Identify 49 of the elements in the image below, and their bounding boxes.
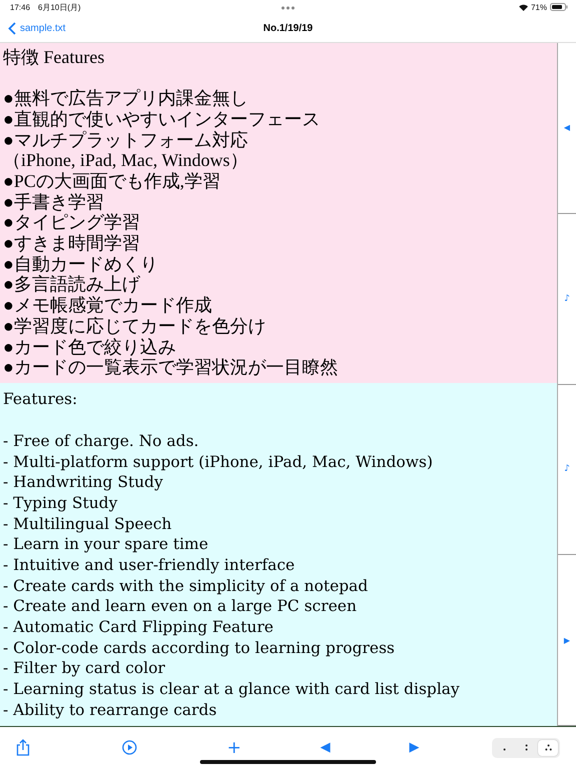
card-text-line: - Multilingual Speech	[3, 514, 172, 533]
card-text-line: - Typing Study	[3, 494, 118, 512]
card-text-line: ●カードの一覧表示で学習状況が一目瞭然	[3, 357, 338, 378]
card-text-line: - Multi-platform support (iPhone, iPad, Mac, Windows)	[3, 452, 433, 471]
card-text-panel[interactable]	[0, 383, 557, 726]
card-text-line: ●手書き学習	[3, 192, 104, 212]
segment-button[interactable]	[538, 740, 558, 756]
card-text-line: ●多言語読み上げ	[3, 274, 140, 294]
chevron-left-icon	[8, 22, 16, 35]
wifi-icon	[518, 4, 528, 11]
card-text-line: ●自動カードめくり	[3, 254, 158, 274]
status-date: 6月10日(月)	[38, 2, 81, 13]
card-text-line: ●直観的で使いやすいインターフェース	[3, 108, 320, 129]
card-text-line: - Free of charge. No ads.	[3, 432, 199, 450]
card-heading: Features:	[3, 390, 78, 408]
card-text-line: ●無料で広告アプリ内課金無し	[3, 88, 248, 108]
dots-icon	[544, 744, 552, 752]
card-text-line: - Ability to rearrange cards	[3, 700, 217, 719]
card-text-line: - Intuitive and user-friendly interface	[3, 556, 295, 574]
next-button[interactable]: ▶	[407, 740, 422, 756]
card-text-line: - Create cards with the simplicity of a notepad	[3, 576, 368, 595]
card-text-line: ●マルチプラットフォーム対応	[3, 130, 248, 150]
card-text-line: ●タイピング学習	[3, 212, 140, 232]
back-button[interactable]: sample.txt	[8, 22, 66, 35]
multitasking-dots-icon	[281, 6, 295, 10]
add-button[interactable]: +	[225, 738, 244, 758]
card-text-line: ●カード色で絞り込み	[3, 336, 176, 356]
card-number-title: No.1/19/19	[263, 22, 313, 34]
card-text-line: - Create and learn even on a large PC screen	[3, 597, 357, 616]
card-text-line: ●学習度に応じてカードを色分け	[3, 316, 266, 336]
card-text-line: - Learning status is clear at a glance with card list display	[3, 680, 460, 698]
card-text-line: - Color-code cards according to learning progress	[3, 638, 395, 657]
card-text-line: ●すきま時間学習	[3, 233, 140, 254]
card-heading: 特徴 Features	[3, 46, 104, 67]
card-text-line: ●PCの大画面でも作成,学習	[3, 171, 220, 191]
card-text-line: - Learn in your spare time	[3, 535, 208, 554]
card-text-line: - Handwriting Study	[3, 473, 163, 492]
card-text-line: - Filter by card color	[3, 659, 166, 678]
play-circle-icon[interactable]	[122, 740, 137, 756]
card-text-line: ●メモ帳感覚でカード作成	[3, 295, 212, 316]
status-time: 17:46	[10, 2, 30, 12]
dots-icon	[522, 744, 530, 752]
previous-button[interactable]: ◀	[318, 740, 332, 756]
card-text-line: （iPhone, iPad, Mac, Windows）	[3, 150, 248, 170]
battery-percent: 71%	[530, 2, 547, 12]
battery-icon	[550, 3, 568, 12]
card-text-line: - Automatic Card Flipping Feature	[3, 618, 274, 636]
card-text-panel[interactable]	[0, 42, 557, 384]
share-icon[interactable]	[16, 739, 30, 756]
